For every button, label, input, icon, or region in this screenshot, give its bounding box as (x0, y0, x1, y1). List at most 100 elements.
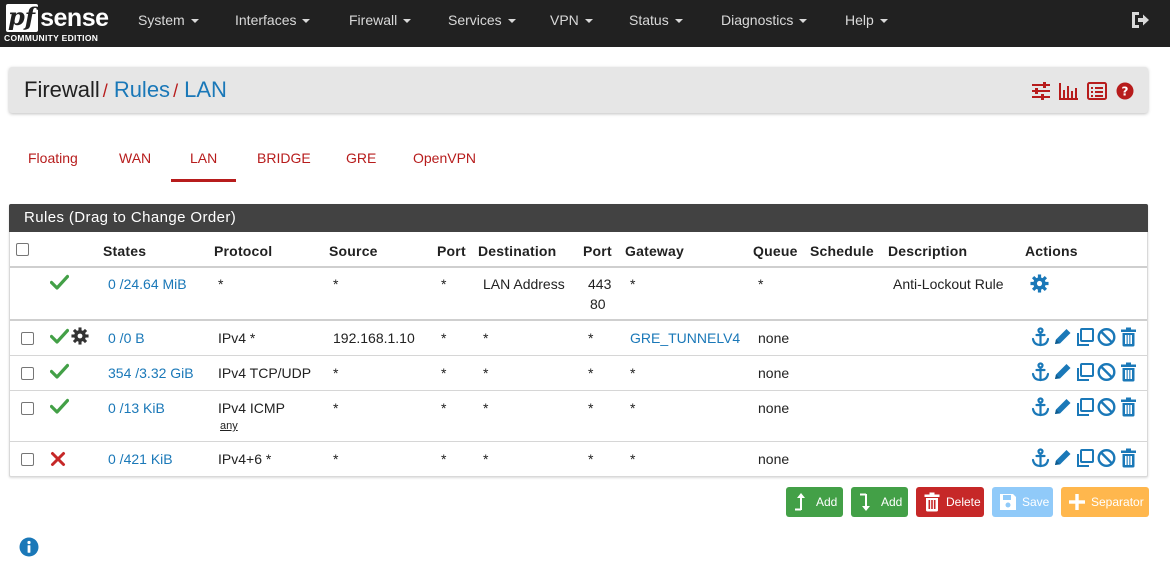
col-header-destination[interactable]: Destination (478, 243, 556, 259)
gear-icon[interactable] (1030, 274, 1049, 298)
states-link[interactable]: 0 /421 KiB (108, 451, 173, 467)
destination-port-cell: * (588, 330, 594, 346)
ban-icon[interactable] (1096, 397, 1117, 417)
queue-cell: none (758, 400, 790, 416)
icmp-type-subtext: any (220, 420, 238, 432)
pencil-icon[interactable] (1052, 448, 1073, 468)
breadcrumb-lan-link[interactable]: LAN (184, 77, 227, 102)
tab-bridge[interactable]: BRIDGE (257, 150, 311, 166)
nav-services-label: Services (448, 12, 502, 28)
nav-system[interactable]: System (138, 0, 199, 47)
col-header-source[interactable]: Source (329, 243, 378, 259)
source-cell: * (333, 365, 339, 381)
delete-label: Delete (946, 495, 981, 509)
col-header-schedule[interactable]: Schedule (810, 243, 874, 259)
ban-icon[interactable] (1096, 327, 1117, 347)
row-select-checkbox[interactable] (21, 402, 34, 415)
breadcrumb-rules-link[interactable]: Rules (114, 77, 170, 102)
tab-lan[interactable]: LAN (190, 150, 217, 166)
anchor-icon[interactable] (1030, 397, 1051, 417)
col-header-description[interactable]: Description (888, 243, 967, 259)
logo-sense-text: sense (40, 4, 109, 32)
anchor-icon[interactable] (1030, 448, 1051, 468)
row-select-checkbox[interactable] (21, 367, 34, 380)
trash-icon[interactable] (1118, 327, 1139, 347)
nav-diagnostics[interactable]: Diagnostics (721, 0, 808, 47)
nav-interfaces[interactable]: Interfaces (235, 0, 311, 47)
delete-button[interactable]: Delete (916, 487, 984, 517)
nav-services[interactable]: Services (448, 0, 516, 47)
bar-chart-icon[interactable] (1059, 82, 1079, 100)
select-all-checkbox[interactable] (16, 243, 29, 256)
nav-vpn[interactable]: VPN (550, 0, 593, 47)
pfsense-logo[interactable]: pf sense COMMUNITY EDITION (4, 4, 109, 44)
queue-cell: none (758, 451, 790, 467)
svg-text:?: ? (1122, 85, 1129, 99)
pass-check-icon (49, 398, 70, 419)
question-circle-icon[interactable]: ? (1115, 82, 1135, 100)
destination-cell: * (483, 400, 489, 416)
anchor-icon[interactable] (1030, 362, 1051, 382)
trash-icon[interactable] (1118, 362, 1139, 382)
description-cell: Anti-Lockout Rule (893, 276, 1004, 292)
ban-icon[interactable] (1096, 448, 1117, 468)
ban-icon[interactable] (1096, 362, 1117, 382)
nav-firewall[interactable]: Firewall (349, 0, 412, 47)
states-link[interactable]: 354 /3.32 GiB (108, 365, 194, 381)
clone-icon[interactable] (1074, 397, 1095, 417)
states-link[interactable]: 0 /24.64 MiB (108, 276, 187, 292)
trash-icon[interactable] (1118, 397, 1139, 417)
col-header-protocol[interactable]: Protocol (214, 243, 272, 259)
destination-cell: * (483, 330, 489, 346)
states-link[interactable]: 0 /13 KiB (108, 400, 165, 416)
breadcrumb-separator: / (173, 81, 179, 101)
pencil-icon[interactable] (1052, 327, 1073, 347)
add-top-label: Add (816, 495, 838, 509)
source-cell: * (333, 400, 339, 416)
nav-firewall-label: Firewall (349, 12, 398, 28)
clone-icon[interactable] (1074, 362, 1095, 382)
protocol-cell: IPv4 * (218, 330, 256, 346)
col-header-gateway[interactable]: Gateway (625, 243, 684, 259)
source-cell: 192.168.1.10 (333, 330, 415, 346)
info-circle-icon[interactable] (19, 537, 39, 557)
save-button[interactable]: Save (992, 487, 1053, 517)
col-header-actions: Actions (1025, 243, 1078, 259)
trash-icon (922, 492, 942, 512)
list-alt-icon[interactable] (1087, 82, 1107, 100)
row-select-checkbox[interactable] (21, 332, 34, 345)
row-actions (1030, 327, 1139, 347)
add-separator-button[interactable]: Separator (1061, 487, 1149, 517)
source-port-cell: * (441, 330, 447, 346)
clone-icon[interactable] (1074, 448, 1095, 468)
tab-floating[interactable]: Floating (28, 150, 78, 166)
header-divider (10, 266, 1147, 268)
tab-gre[interactable]: GRE (346, 150, 376, 166)
nav-help[interactable]: Help (845, 0, 888, 47)
protocol-cell: * (218, 276, 224, 292)
logo-pf-text: pf (6, 4, 39, 32)
states-link[interactable]: 0 /0 B (108, 330, 145, 346)
gateway-link[interactable]: GRE_TUNNELV4 (630, 330, 740, 346)
tab-wan[interactable]: WAN (119, 150, 151, 166)
clone-icon[interactable] (1074, 327, 1095, 347)
add-rule-top-button[interactable]: Add (786, 487, 843, 517)
tab-openvpn[interactable]: OpenVPN (413, 150, 476, 166)
col-header-queue[interactable]: Queue (753, 243, 798, 259)
pencil-icon[interactable] (1052, 362, 1073, 382)
col-header-source-port[interactable]: Port (437, 243, 466, 259)
pencil-icon[interactable] (1052, 397, 1073, 417)
pass-check-icon (49, 274, 70, 295)
row-select-checkbox[interactable] (21, 453, 34, 466)
col-header-states[interactable]: States (103, 243, 146, 259)
trash-icon[interactable] (1118, 448, 1139, 468)
nav-status[interactable]: Status (629, 0, 683, 47)
col-header-destination-port[interactable]: Port (583, 243, 612, 259)
add-rule-bottom-button[interactable]: Add (851, 487, 908, 517)
anchor-icon[interactable] (1030, 327, 1051, 347)
sliders-icon[interactable] (1031, 82, 1051, 100)
sign-out-icon[interactable] (1129, 10, 1151, 30)
advanced-gear-icon[interactable] (71, 327, 89, 350)
source-port-cell: * (441, 400, 447, 416)
destination-cell: * (483, 365, 489, 381)
